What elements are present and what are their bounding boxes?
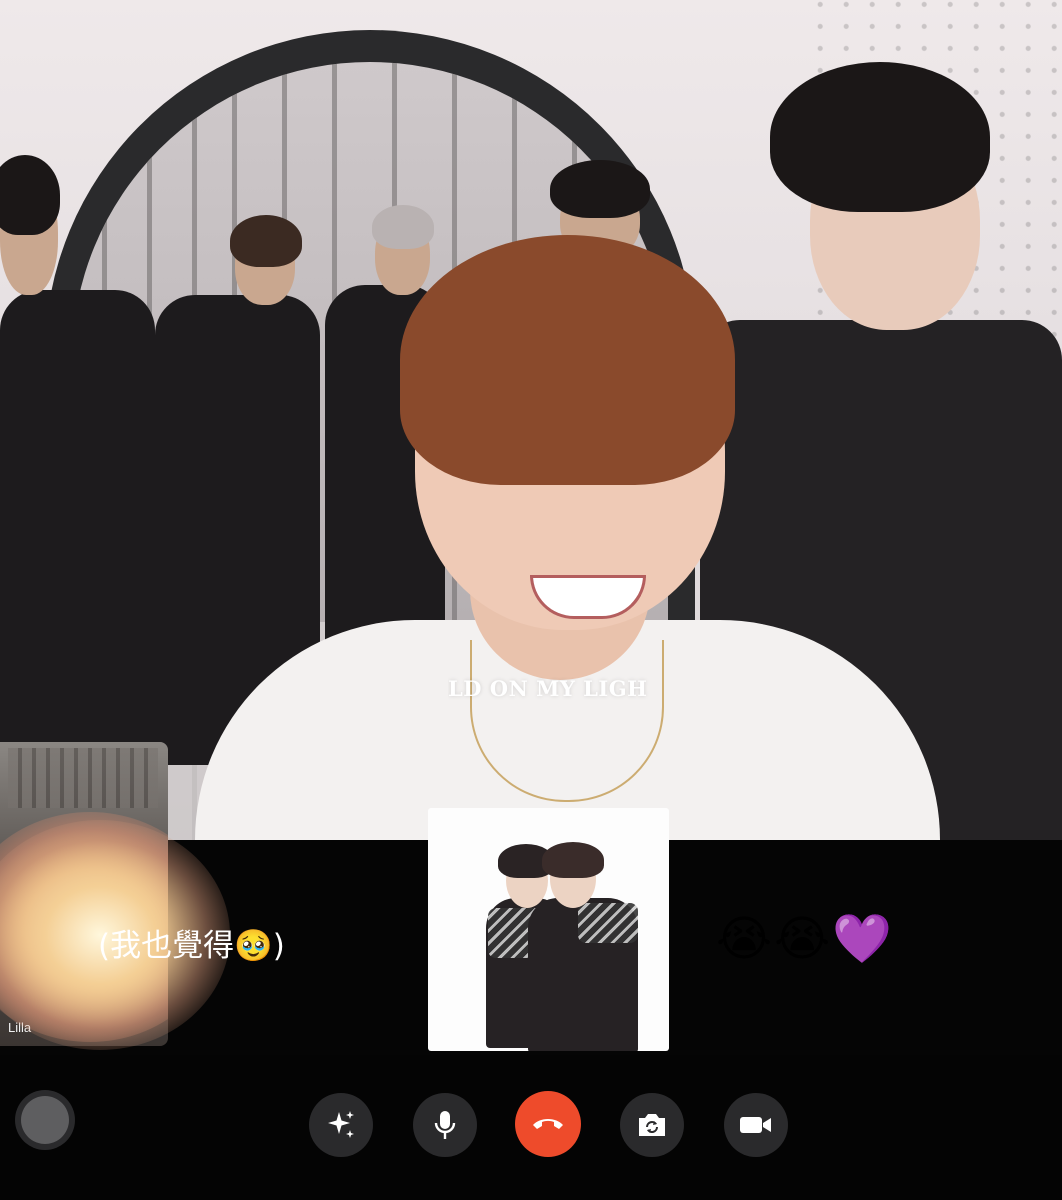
effects-button[interactable] — [309, 1093, 373, 1157]
chat-message-left: (我也覺得🥹) — [98, 928, 285, 964]
video-camera-icon — [738, 1113, 774, 1137]
person-far-left — [0, 0, 170, 840]
microphone-icon — [430, 1108, 460, 1142]
user-avatar-button[interactable] — [21, 1096, 69, 1144]
main-video-feed[interactable]: LD ON MY LIGH — [0, 0, 1062, 840]
self-view-background — [8, 748, 158, 808]
photo-sweater-pattern-front — [578, 903, 638, 943]
video-overlay-text: LD ON MY LIGH — [448, 676, 648, 701]
shared-photo[interactable] — [428, 808, 669, 1051]
flip-camera-button[interactable] — [620, 1093, 684, 1157]
photo-hair-front — [542, 842, 604, 878]
camera-flip-icon — [635, 1110, 669, 1140]
self-view-tile[interactable]: Lilla — [0, 742, 168, 1046]
chat-message-right: 😭😭💜 — [716, 911, 894, 967]
video-call-screen: LD ON MY LIGH Lilla (我也覺得🥹) 😭😭💜 — [0, 0, 1062, 1200]
mic-button[interactable] — [413, 1093, 477, 1157]
end-call-button[interactable] — [515, 1091, 581, 1157]
self-view-name: Lilla — [8, 1020, 32, 1035]
phone-hangup-icon — [530, 1114, 566, 1134]
video-toggle-button[interactable] — [724, 1093, 788, 1157]
sparkles-icon — [324, 1108, 358, 1142]
foreground-person-hair — [400, 235, 735, 485]
